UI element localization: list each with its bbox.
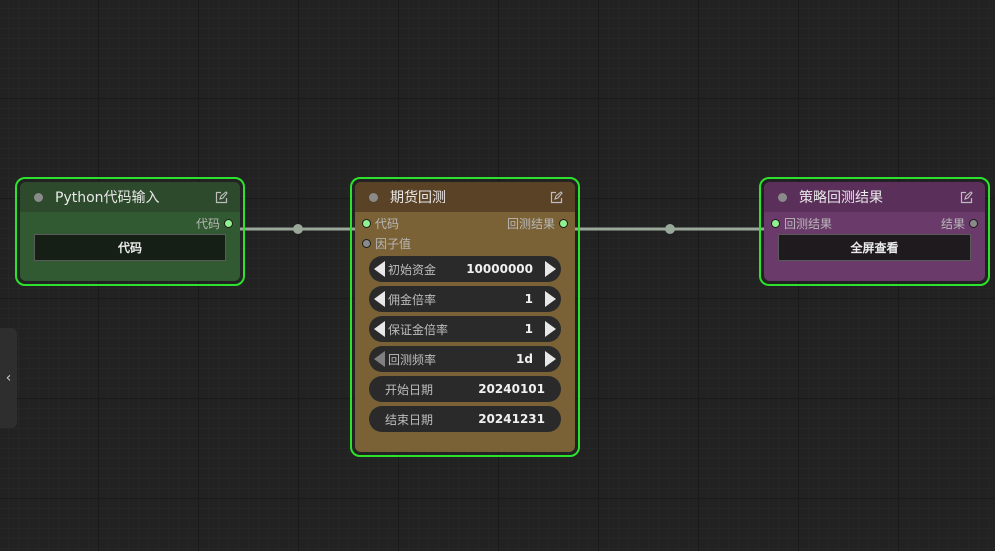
node-strategy-result[interactable]: 策略回测结果 回测结果 结果 全屏查看: [759, 177, 990, 286]
widget-value: 1d: [516, 352, 533, 366]
input-slot-factor[interactable]: 因子值: [362, 235, 411, 252]
sidebar-toggle-button[interactable]: ‹: [0, 328, 17, 428]
decrement-arrow-icon[interactable]: [374, 351, 385, 367]
slot-connector-icon[interactable]: [771, 219, 780, 228]
widget-value: 20240101: [478, 382, 545, 396]
slot-connector-icon[interactable]: [224, 219, 233, 228]
node-header[interactable]: 期货回测: [355, 182, 575, 212]
widget-value: 10000000: [466, 262, 533, 276]
node-futures-backtest[interactable]: 期货回测 代码 回测结果 因子值 初始资金 10000000 佣金倍率 1 保证…: [350, 177, 580, 457]
decrement-arrow-icon[interactable]: [374, 321, 385, 337]
input-slot-code[interactable]: 代码: [362, 215, 399, 232]
fullscreen-view-button[interactable]: 全屏查看: [778, 234, 971, 261]
widget-value: 20241231: [478, 412, 545, 426]
end-date-field[interactable]: 结束日期 20241231: [369, 406, 561, 432]
input-slot-backtest-result[interactable]: 回测结果: [771, 215, 832, 232]
chevron-left-icon: ‹: [5, 370, 12, 386]
edit-icon[interactable]: [960, 190, 973, 204]
decrement-arrow-icon[interactable]: [374, 291, 385, 307]
node-header[interactable]: Python代码输入: [20, 182, 240, 212]
widget-label: 回测频率: [388, 352, 437, 367]
widget-value: 1: [524, 292, 533, 306]
node-title: 期货回测: [390, 190, 446, 206]
node-python-input[interactable]: Python代码输入 代码 代码: [15, 177, 245, 286]
widget-label: 开始日期: [385, 382, 434, 397]
slot-connector-icon[interactable]: [559, 219, 568, 228]
collapse-dot-icon[interactable]: [778, 192, 787, 202]
backtest-frequency-combo[interactable]: 回测频率 1d: [369, 346, 561, 372]
slot-connector-icon[interactable]: [969, 219, 978, 228]
widget-label: 保证金倍率: [388, 322, 449, 337]
edit-icon[interactable]: [215, 190, 228, 204]
output-slot-backtest-result[interactable]: 回测结果: [507, 215, 568, 232]
widget-value: 1: [524, 322, 533, 336]
widget-label: 结束日期: [385, 412, 434, 427]
increment-arrow-icon[interactable]: [545, 261, 556, 277]
slot-label: 回测结果: [784, 217, 833, 231]
slot-connector-icon[interactable]: [362, 239, 371, 248]
initial-capital-stepper[interactable]: 初始资金 10000000: [369, 256, 561, 282]
decrement-arrow-icon[interactable]: [374, 261, 385, 277]
increment-arrow-icon[interactable]: [545, 321, 556, 337]
edit-icon[interactable]: [550, 190, 563, 204]
link-midpoint-2[interactable]: [665, 224, 675, 234]
increment-arrow-icon[interactable]: [545, 291, 556, 307]
output-slot-code[interactable]: 代码: [196, 215, 233, 232]
node-header[interactable]: 策略回测结果: [764, 182, 985, 212]
slot-label: 回测结果: [506, 217, 555, 231]
collapse-dot-icon[interactable]: [369, 192, 378, 202]
increment-arrow-icon[interactable]: [545, 351, 556, 367]
collapse-dot-icon[interactable]: [34, 192, 43, 202]
widget-label: 初始资金: [388, 262, 437, 277]
node-title: 策略回测结果: [799, 190, 883, 206]
widget-label: 佣金倍率: [388, 292, 437, 307]
slot-label: 结果: [940, 217, 965, 231]
slot-label: 因子值: [375, 237, 412, 251]
slot-label: 代码: [195, 217, 220, 231]
slot-connector-icon[interactable]: [362, 219, 371, 228]
margin-multiplier-stepper[interactable]: 保证金倍率 1: [369, 316, 561, 342]
slot-label: 代码: [375, 217, 400, 231]
commission-multiplier-stepper[interactable]: 佣金倍率 1: [369, 286, 561, 312]
output-slot-result[interactable]: 结果: [941, 215, 978, 232]
link-midpoint-1[interactable]: [293, 224, 303, 234]
node-title: Python代码输入: [55, 190, 160, 206]
start-date-field[interactable]: 开始日期 20240101: [369, 376, 561, 402]
code-button[interactable]: 代码: [34, 234, 226, 261]
